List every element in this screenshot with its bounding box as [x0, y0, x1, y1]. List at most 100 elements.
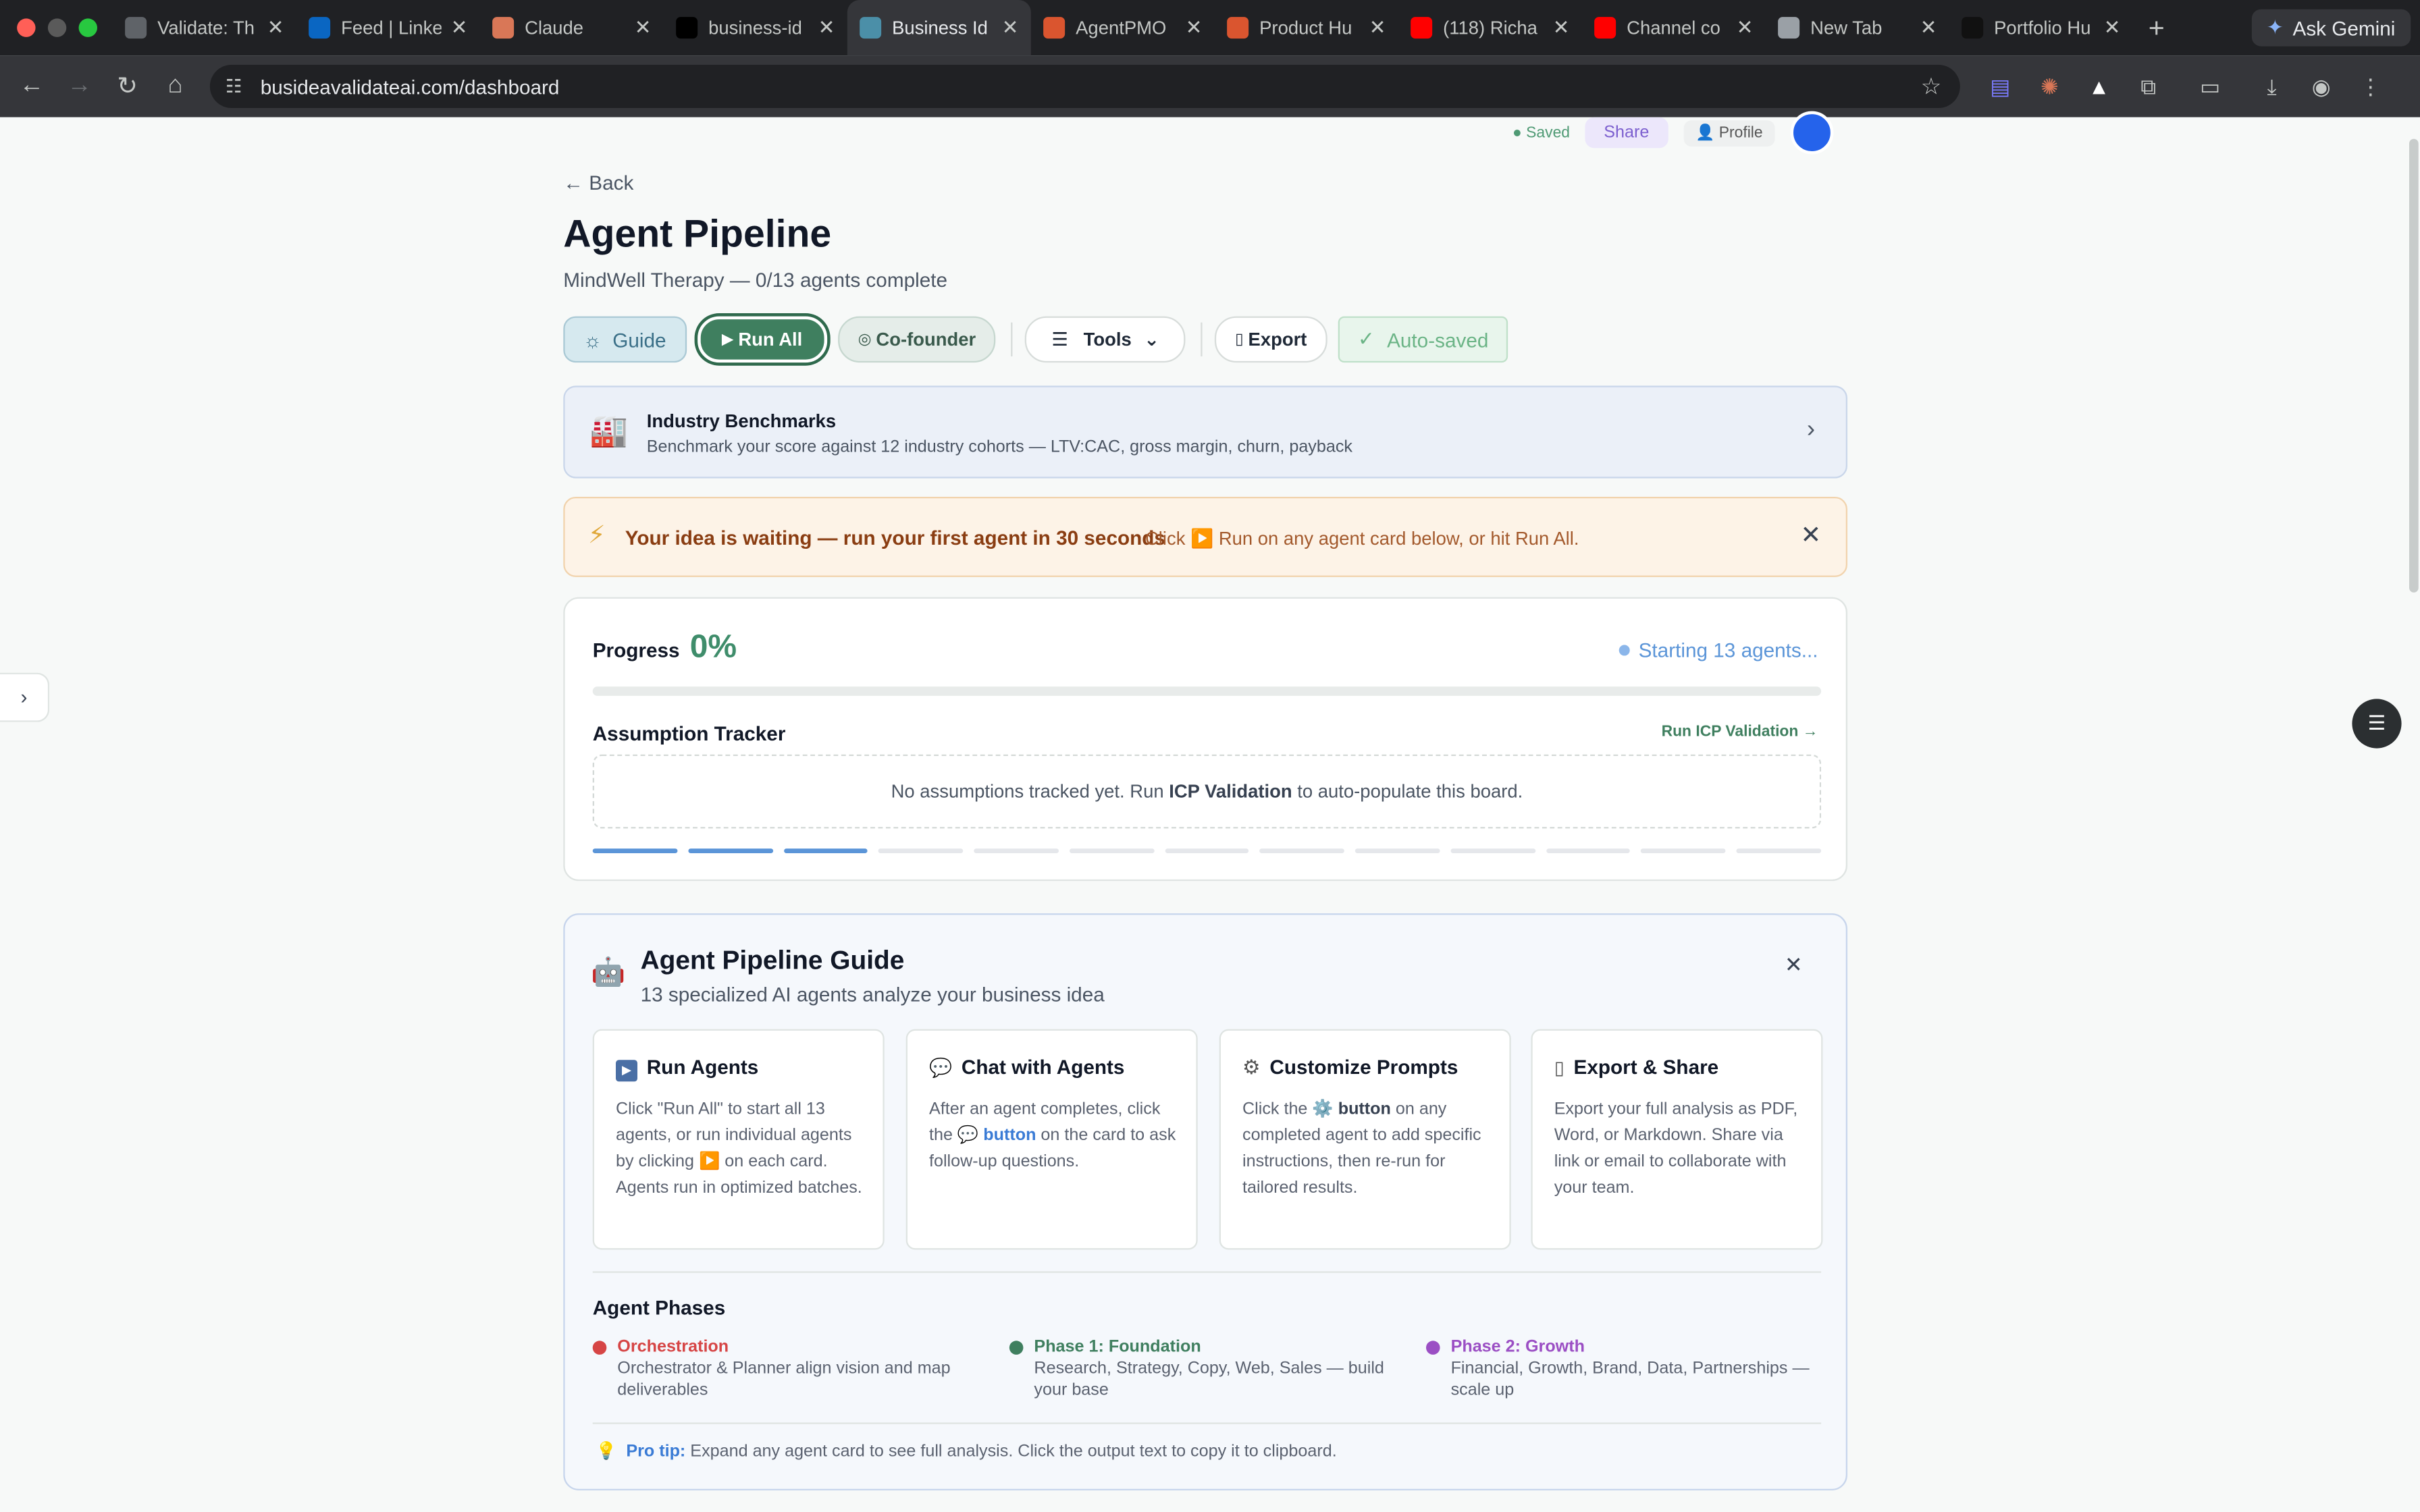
browser-tab[interactable]: Validate: Th ✕	[113, 0, 296, 55]
reload-icon[interactable]: ↻	[103, 71, 151, 102]
extension-document-icon[interactable]: ▤	[1976, 74, 2025, 100]
page-scrollbar[interactable]	[2408, 117, 2420, 1512]
toolbar-divider	[1201, 322, 1203, 356]
extensions-puzzle-icon[interactable]: ⧉	[2124, 74, 2173, 100]
new-tab-button[interactable]: +	[2149, 11, 2165, 44]
agent-segment	[974, 848, 1059, 853]
tab-close-icon[interactable]: ✕	[1002, 16, 1019, 40]
browser-tab[interactable]: AgentPMO ✕	[1031, 0, 1215, 55]
tab-title: AgentPMO	[1076, 17, 1167, 39]
progress-card: Progress 0% Starting 13 agents... Assump…	[563, 597, 1847, 882]
close-icon[interactable]: ✕	[1785, 952, 1803, 978]
extensions-area: ▤ ✺ ▲ ⧉ ▭ ⤓ ◉ ⋮	[1976, 55, 2396, 117]
tab-close-icon[interactable]: ✕	[1369, 16, 1386, 40]
back-link[interactable]: ← Back	[563, 171, 633, 194]
minimize-window-button[interactable]	[47, 18, 67, 37]
industry-benchmarks-banner[interactable]: 🏭 Industry Benchmarks Benchmark your sco…	[563, 385, 1847, 479]
ask-gemini-button[interactable]: ✦ Ask Gemini	[2251, 9, 2411, 47]
profile-avatar-icon[interactable]: ◉	[2296, 74, 2346, 100]
tab-close-icon[interactable]: ✕	[451, 16, 468, 40]
progress-value: 0%	[689, 629, 737, 666]
agent-segment	[1736, 848, 1822, 853]
extension-triangle-icon[interactable]: ▲	[2074, 74, 2124, 99]
maximize-window-button[interactable]	[78, 18, 97, 37]
tab-favicon-icon	[125, 17, 147, 39]
reading-mode-icon[interactable]: ▭	[2186, 74, 2235, 100]
menu-kebab-icon[interactable]: ⋮	[2346, 74, 2395, 100]
floating-menu-button[interactable]: ☰	[2352, 699, 2402, 749]
progress-status: Starting 13 agents...	[1618, 639, 1818, 662]
alert-hint: Click ▶️ Run on any agent card below, or…	[1145, 527, 1579, 549]
share-button[interactable]: Share	[1585, 117, 1668, 148]
page-title: Agent Pipeline	[563, 213, 832, 256]
browser-tab[interactable]: Channel co ✕	[1582, 0, 1766, 55]
ask-gemini-label: Ask Gemini	[2292, 16, 2396, 40]
assumption-empty-state: No assumptions tracked yet. Run ICP Vali…	[592, 754, 1822, 829]
cofounder-button[interactable]: ◎ Co-founder	[837, 316, 996, 363]
tools-dropdown[interactable]: ☰ Tools ⌄	[1025, 316, 1186, 363]
tab-title: Claude	[525, 17, 584, 39]
browser-tab[interactable]: (118) Richa ✕	[1398, 0, 1582, 55]
tab-title: business-id	[708, 17, 802, 39]
phases-title: Agent Phases	[592, 1295, 726, 1320]
extension-claude-icon[interactable]: ✺	[2025, 74, 2074, 100]
tab-favicon-icon	[676, 17, 698, 39]
document-icon: ▯	[1235, 331, 1244, 348]
avatar[interactable]	[1790, 111, 1834, 155]
saved-indicator: ● Saved	[1512, 124, 1570, 142]
guide-step-title: ⚙ Customize Prompts	[1242, 1055, 1458, 1079]
divider	[592, 1271, 1822, 1273]
benchmarks-title: Industry Benchmarks	[646, 410, 837, 432]
download-icon[interactable]: ⤓	[2247, 74, 2296, 100]
guide-step-title: 💬 Chat with Agents	[928, 1055, 1125, 1079]
run-all-button[interactable]: ▶ Run All	[697, 316, 827, 363]
tab-close-icon[interactable]: ✕	[1186, 16, 1203, 40]
close-window-button[interactable]	[17, 18, 36, 37]
tab-favicon-icon	[309, 17, 331, 39]
site-info-icon[interactable]: ☷	[226, 76, 242, 97]
tab-close-icon[interactable]: ✕	[635, 16, 652, 40]
guide-step-title: ▶ Run Agents	[615, 1055, 758, 1082]
lightbulb-icon: ☼	[583, 327, 602, 351]
address-bar[interactable]: ☷ busideavalidateai.com/dashboard ☆	[209, 64, 1960, 108]
chevron-right-icon: ›	[1806, 416, 1815, 443]
tab-close-icon[interactable]: ✕	[1737, 16, 1754, 40]
browser-tab[interactable]: Portfolio Hu ✕	[1949, 0, 2133, 55]
agent-segment	[1450, 848, 1535, 853]
tab-favicon-icon	[1594, 17, 1616, 39]
browser-tab[interactable]: Product Hu ✕	[1215, 0, 1398, 55]
run-icp-validation-link[interactable]: Run ICP Validation →	[1662, 724, 1818, 740]
action-toolbar: ☼ Guide ▶ Run All ◎ Co-founder ☰ Tools ⌄…	[563, 315, 1519, 364]
url-text[interactable]: busideavalidateai.com/dashboard	[261, 75, 560, 98]
scrollbar-thumb[interactable]	[2409, 138, 2419, 593]
play-icon: ▶	[615, 1060, 637, 1082]
home-icon[interactable]: ⌂	[151, 72, 199, 100]
top-status-bar: ● Saved Share 👤 Profile	[1512, 111, 1834, 155]
forward-arrow-icon[interactable]: →	[55, 72, 103, 100]
guide-button[interactable]: ☼ Guide	[563, 316, 687, 363]
browser-tab[interactable]: New Tab ✕	[1766, 0, 1949, 55]
agent-segment-indicator	[592, 848, 1822, 853]
tab-close-icon[interactable]: ✕	[818, 16, 835, 40]
phase-description: Research, Strategy, Copy, Web, Sales — b…	[1034, 1359, 1384, 1400]
tab-close-icon[interactable]: ✕	[1920, 16, 1937, 40]
browser-tab[interactable]: Business Id ✕	[847, 0, 1031, 56]
tab-close-icon[interactable]: ✕	[2104, 16, 2121, 40]
gear-icon: ⚙	[1242, 1055, 1261, 1079]
browser-tab[interactable]: Feed | Linke ✕	[296, 0, 480, 55]
play-icon: ▶	[721, 331, 734, 348]
profile-button[interactable]: 👤 Profile	[1683, 119, 1775, 146]
back-arrow-icon[interactable]: ←	[7, 72, 55, 100]
browser-tab[interactable]: business-id ✕	[664, 0, 847, 55]
close-icon[interactable]: ✕	[1800, 520, 1821, 551]
tab-favicon-icon	[1411, 17, 1433, 39]
tab-close-icon[interactable]: ✕	[1553, 16, 1570, 40]
bookmark-star-icon[interactable]: ☆	[1921, 72, 1942, 101]
factory-icon: 🏭	[589, 414, 629, 450]
page-subtitle: MindWell Therapy — 0/13 agents complete	[563, 268, 948, 292]
export-button[interactable]: ▯ Export	[1215, 316, 1327, 363]
saved-label: Saved	[1526, 124, 1570, 142]
sidebar-expand-button[interactable]: ›	[0, 672, 50, 722]
browser-tab[interactable]: Claude ✕	[480, 0, 664, 55]
tab-close-icon[interactable]: ✕	[267, 16, 284, 40]
